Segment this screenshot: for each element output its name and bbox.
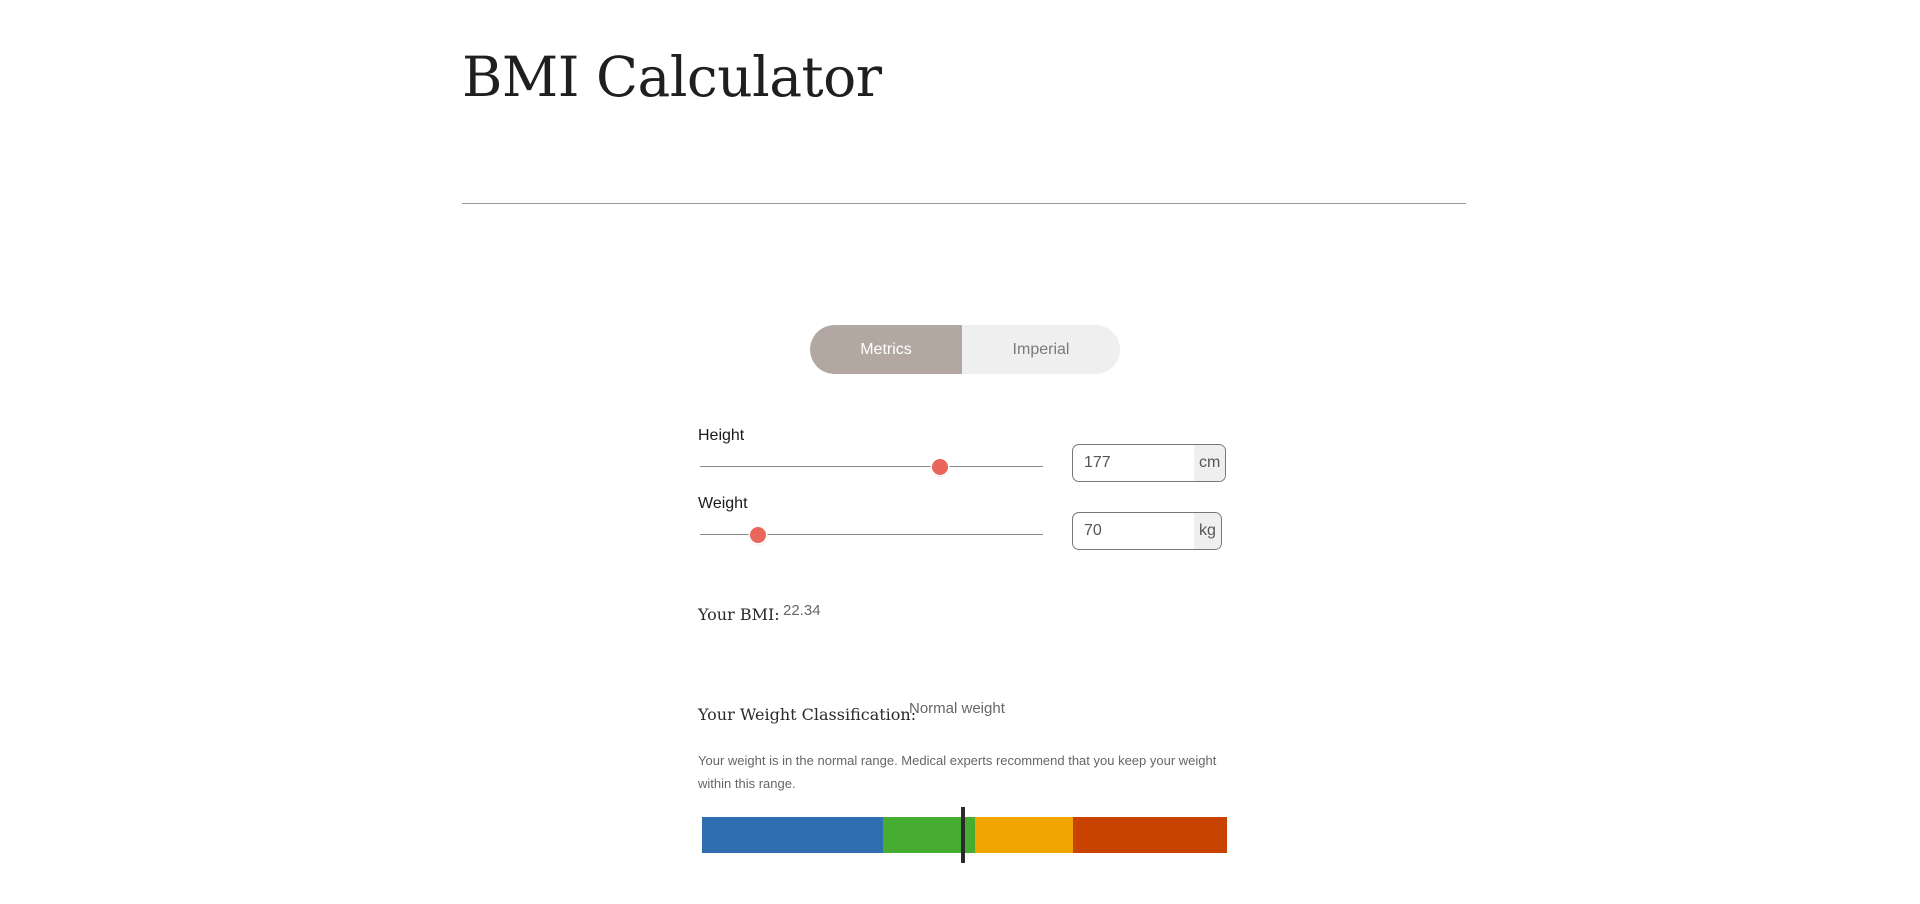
weight-input-group: 70 kg xyxy=(1072,512,1222,550)
bmi-scale-marker xyxy=(960,807,965,863)
weight-unit-label: kg xyxy=(1194,513,1221,549)
metrics-option-button[interactable]: Metrics xyxy=(810,325,962,374)
bmi-value: 22.34 xyxy=(783,602,821,619)
height-input[interactable]: 177 xyxy=(1073,445,1194,481)
bmi-label: Your BMI: xyxy=(698,605,780,624)
bmi-scale-overweight-segment xyxy=(975,817,1074,853)
unit-system-toggle: Metrics Imperial xyxy=(810,325,1120,374)
height-input-group: 177 cm xyxy=(1072,444,1227,482)
weight-label: Weight xyxy=(698,495,748,512)
height-slider-track[interactable] xyxy=(700,466,1043,467)
height-slider-thumb[interactable] xyxy=(932,459,949,475)
bmi-scale-underweight-segment xyxy=(702,817,884,853)
height-unit-label: cm xyxy=(1194,445,1226,481)
height-slider[interactable] xyxy=(700,457,1043,477)
weight-slider[interactable] xyxy=(700,525,1043,545)
bmi-scale-obese-segment xyxy=(1073,817,1227,853)
classification-description: Your weight is in the normal range. Medi… xyxy=(698,753,1217,791)
title-divider xyxy=(462,203,1466,204)
imperial-option-button[interactable]: Imperial xyxy=(962,325,1120,374)
weight-slider-thumb[interactable] xyxy=(750,527,767,543)
weight-input[interactable]: 70 xyxy=(1073,513,1194,549)
page-title: BMI Calculator xyxy=(462,45,882,109)
height-label: Height xyxy=(698,427,745,444)
classification-label: Your Weight Classification: xyxy=(698,705,917,724)
classification-value: Normal weight xyxy=(909,700,1005,717)
